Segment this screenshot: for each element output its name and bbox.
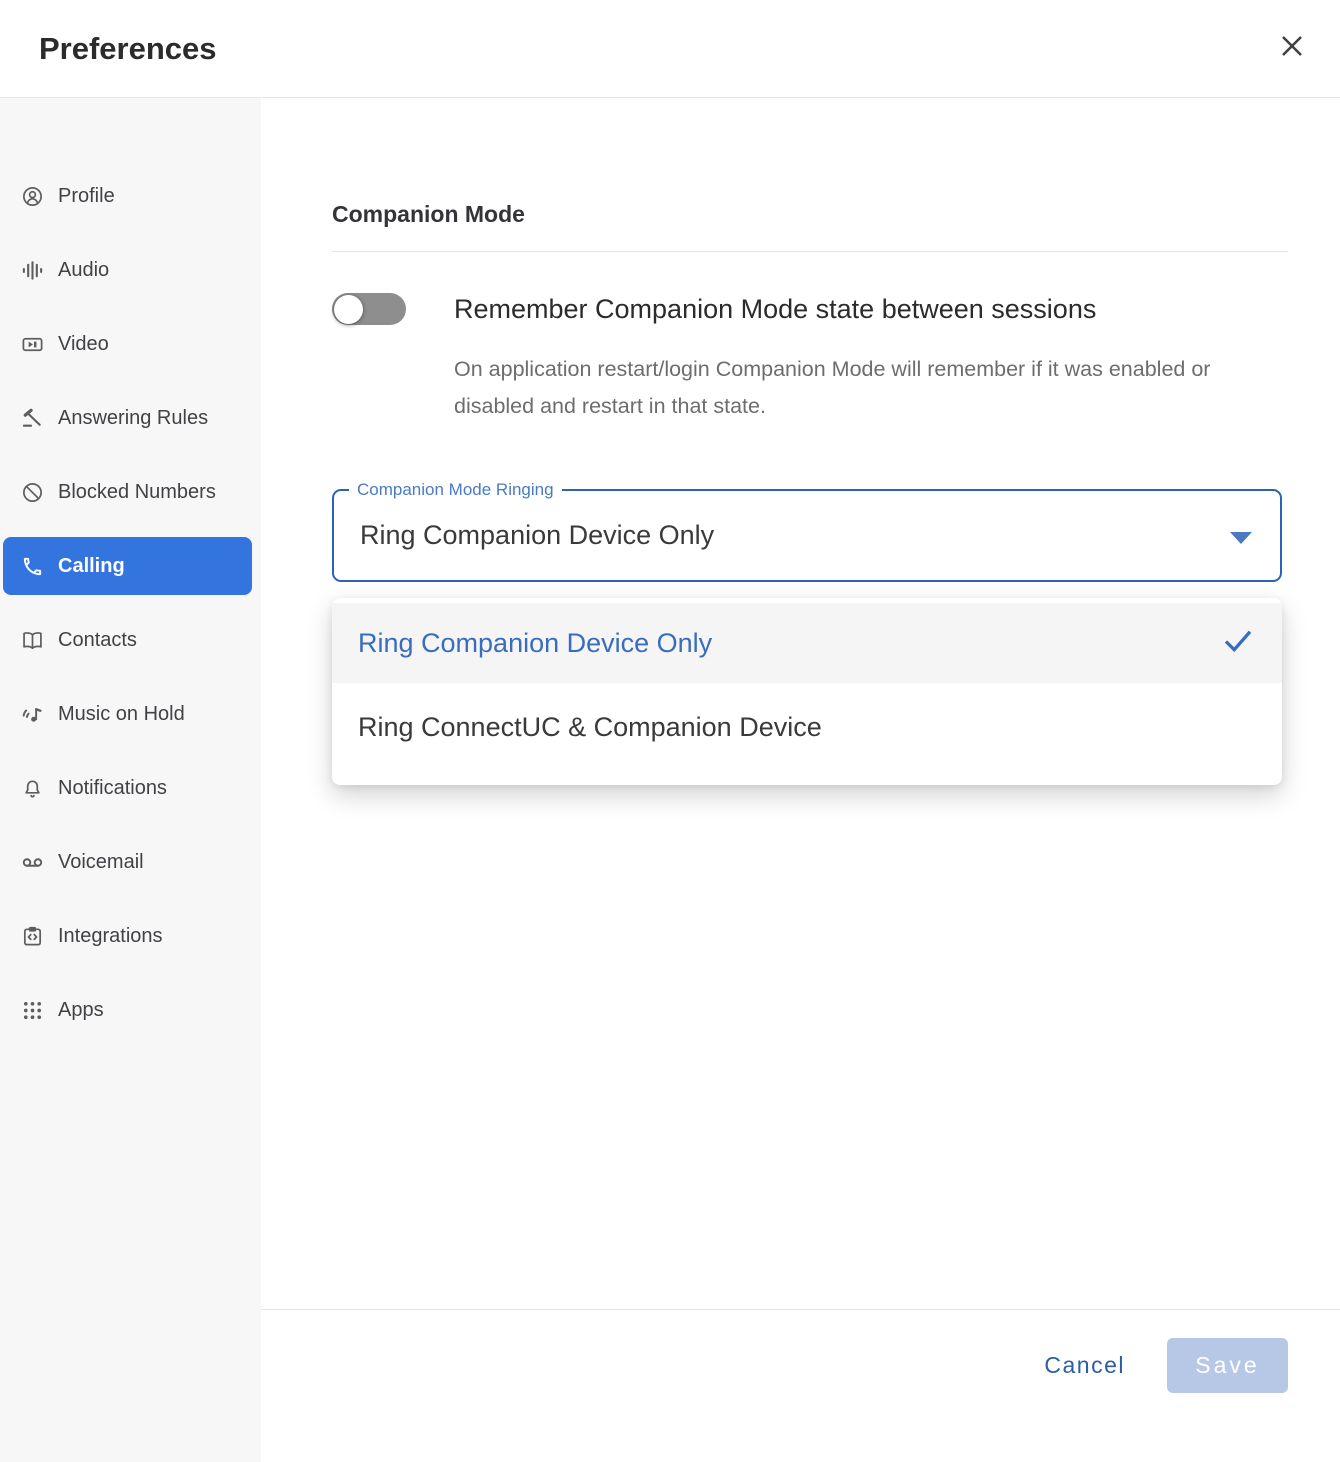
- preferences-sidebar: Profile Audio Video Answering Rules Bloc…: [0, 98, 261, 1462]
- cancel-button[interactable]: Cancel: [1044, 1338, 1125, 1393]
- companion-mode-ringing-select[interactable]: Companion Mode Ringing Ring Companion De…: [332, 480, 1282, 582]
- book-icon: [20, 628, 44, 652]
- integrations-icon: [20, 924, 44, 948]
- companion-mode-ringing-value: Ring Companion Device Only: [360, 520, 715, 550]
- sidebar-item-calling[interactable]: Calling: [3, 537, 252, 595]
- sidebar-item-integrations[interactable]: Integrations: [3, 907, 252, 965]
- section-title-companion-mode: Companion Mode: [332, 201, 525, 227]
- phone-icon: [20, 554, 44, 578]
- close-icon: [1277, 31, 1307, 66]
- check-icon: [1220, 622, 1256, 665]
- sidebar-item-music-on-hold[interactable]: Music on Hold: [3, 685, 252, 743]
- sidebar-item-profile[interactable]: Profile: [3, 167, 252, 225]
- page-title: Preferences: [39, 30, 217, 66]
- sidebar-item-notifications[interactable]: Notifications: [3, 759, 252, 817]
- sidebar-item-voicemail[interactable]: Voicemail: [3, 833, 252, 891]
- profile-icon: [20, 184, 44, 208]
- dialog-header: Preferences: [0, 0, 1340, 98]
- remember-companion-mode-label: Remember Companion Mode state between se…: [454, 293, 1097, 324]
- dropdown-option-ring-connectuc-and-companion-device[interactable]: Ring ConnectUC & Companion Device: [332, 683, 1282, 771]
- music-icon: [20, 702, 44, 726]
- sidebar-item-contacts[interactable]: Contacts: [3, 611, 252, 669]
- bell-icon: [20, 776, 44, 800]
- sidebar-item-label: Apps: [58, 998, 104, 1021]
- calling-settings-panel: Companion Mode Remember Companion Mode s…: [261, 98, 1340, 1462]
- option-label: Ring Companion Device Only: [358, 627, 713, 658]
- section-divider: [332, 251, 1288, 252]
- remember-companion-mode-toggle[interactable]: [332, 293, 406, 325]
- sidebar-item-answering-rules[interactable]: Answering Rules: [3, 389, 252, 447]
- sidebar-item-label: Audio: [58, 258, 110, 281]
- sidebar-item-label: Music on Hold: [58, 702, 185, 725]
- sidebar-item-label: Integrations: [58, 924, 163, 947]
- sidebar-item-apps[interactable]: Apps: [3, 981, 252, 1039]
- sidebar-item-label: Blocked Numbers: [58, 480, 216, 503]
- apps-grid-icon: [20, 998, 44, 1022]
- remember-companion-mode-description: On application restart/login Companion M…: [454, 357, 1211, 418]
- sidebar-item-label: Contacts: [58, 628, 137, 651]
- sidebar-item-label: Voicemail: [58, 850, 144, 873]
- blocked-icon: [20, 480, 44, 504]
- chevron-down-icon: [1230, 531, 1252, 544]
- toggle-knob: [334, 294, 363, 324]
- sidebar-item-label: Profile: [58, 184, 115, 207]
- sidebar-item-label: Notifications: [58, 776, 167, 799]
- audio-icon: [20, 258, 44, 282]
- sidebar-item-label: Calling: [58, 554, 125, 577]
- sidebar-item-label: Answering Rules: [58, 406, 209, 429]
- save-button[interactable]: Save: [1167, 1338, 1288, 1393]
- companion-mode-ringing-label: Companion Mode Ringing: [349, 480, 562, 500]
- voicemail-icon: [20, 850, 44, 874]
- sidebar-item-blocked-numbers[interactable]: Blocked Numbers: [3, 463, 252, 521]
- video-icon: [20, 332, 44, 356]
- sidebar-item-audio[interactable]: Audio: [3, 241, 252, 299]
- companion-mode-ringing-dropdown: Ring Companion Device Only Ring ConnectU…: [332, 598, 1282, 785]
- option-label: Ring ConnectUC & Companion Device: [358, 711, 822, 742]
- sidebar-item-label: Video: [58, 332, 109, 355]
- preferences-dialog: Preferences Profile Audio Video Answerin…: [0, 0, 1340, 1462]
- close-button[interactable]: [1274, 31, 1310, 67]
- dialog-footer: Cancel Save: [261, 1309, 1340, 1462]
- gavel-icon: [20, 406, 44, 430]
- dropdown-option-ring-companion-device-only[interactable]: Ring Companion Device Only: [332, 603, 1282, 683]
- sidebar-item-video[interactable]: Video: [3, 315, 252, 373]
